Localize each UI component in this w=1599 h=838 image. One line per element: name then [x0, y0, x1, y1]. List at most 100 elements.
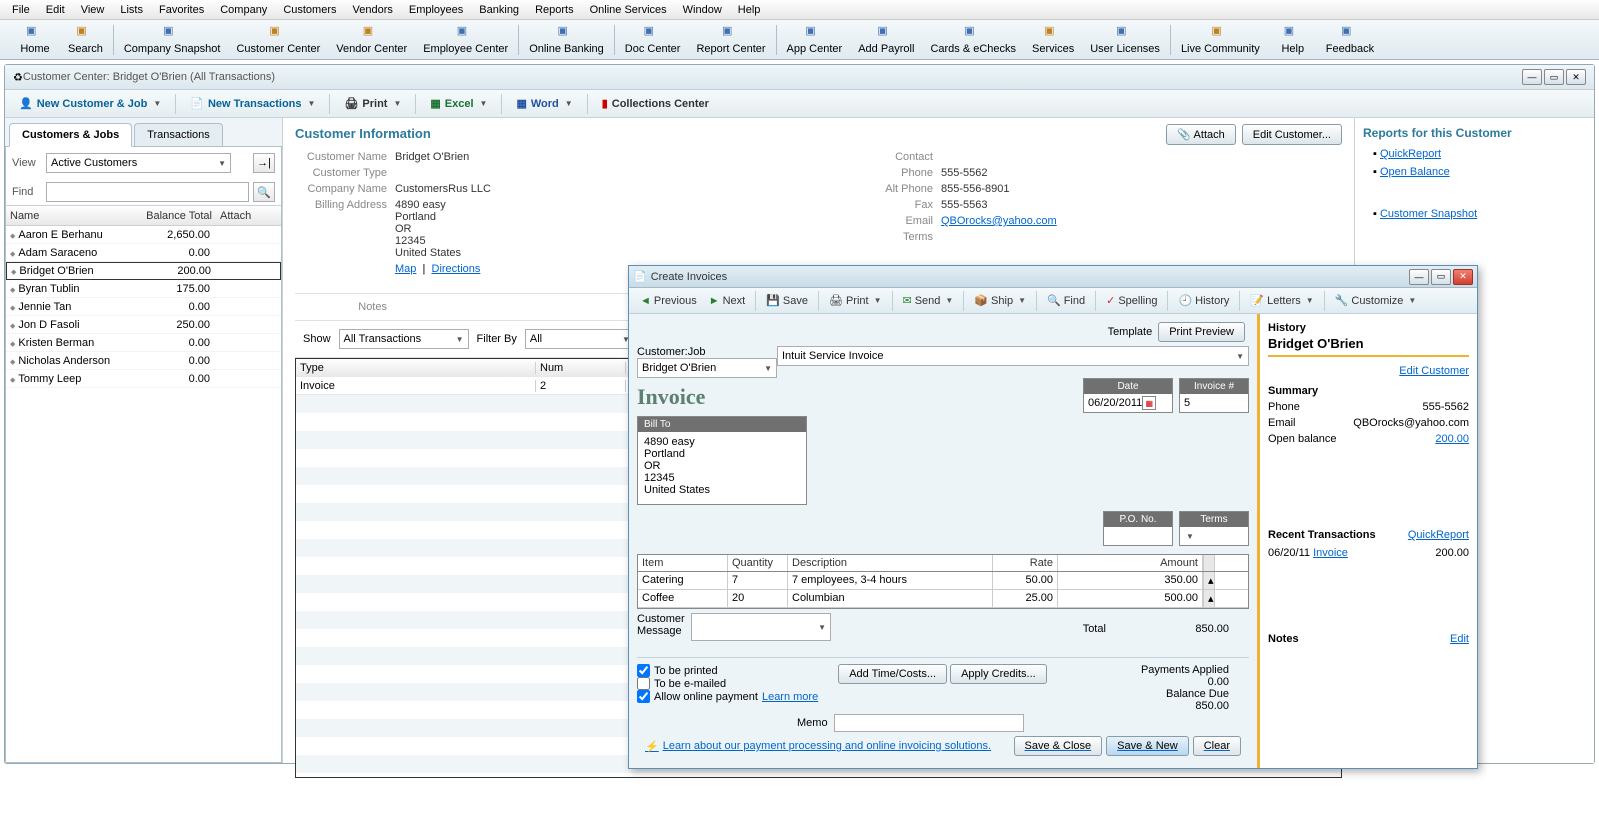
toolbar-online-banking[interactable]: ▣Online Banking [521, 21, 612, 59]
show-select[interactable]: All Transactions▼ [339, 329, 469, 349]
letters-button[interactable]: 📝Letters▼ [1245, 291, 1318, 310]
toolbar-vendor-center[interactable]: ▣Vendor Center [328, 21, 415, 59]
allow-online-checkbox[interactable]: Allow online payment Learn more [637, 690, 818, 703]
directions-link[interactable]: Directions [432, 263, 481, 275]
customer-row[interactable]: ◆Bridget O'Brien200.00 [6, 262, 281, 280]
invoice-number-input[interactable]: 5 [1180, 394, 1248, 412]
col-name[interactable]: Name [6, 210, 126, 222]
print-button[interactable]: 🖨Print▼ [338, 94, 407, 113]
invoice-line[interactable]: Coffee20Columbian25.00500.00▴ [638, 590, 1248, 608]
toolbar-employee-center[interactable]: ▣Employee Center [415, 21, 516, 59]
menu-help[interactable]: Help [730, 2, 769, 18]
new-customer-button[interactable]: 👤New Customer & Job▼ [13, 94, 167, 113]
print-preview-button[interactable]: Print Preview [1158, 322, 1245, 342]
maximize-button[interactable]: ▭ [1544, 69, 1564, 85]
modal-close-button[interactable]: ✕ [1453, 269, 1473, 285]
menu-edit[interactable]: Edit [38, 2, 73, 18]
learn-link[interactable]: Learn about our payment processing and o… [663, 740, 991, 752]
customer-row[interactable]: ◆Jon D Fasoli250.00 [6, 316, 281, 334]
close-button[interactable]: ✕ [1566, 69, 1586, 85]
collapse-button[interactable]: →| [253, 153, 275, 173]
print-menu-button[interactable]: 🖨Print▼ [824, 291, 887, 310]
minimize-button[interactable]: — [1522, 69, 1542, 85]
toolbar-doc-center[interactable]: ▣Doc Center [617, 21, 689, 59]
find-button[interactable]: 🔍Find [1042, 291, 1090, 310]
invoice-line[interactable]: Catering77 employees, 3-4 hours50.00350.… [638, 572, 1248, 590]
attach-button[interactable]: 📎 Attach [1166, 124, 1235, 145]
add-time-costs-button[interactable]: Add Time/Costs... [838, 664, 947, 684]
clear-button[interactable]: Clear [1193, 736, 1241, 756]
terms-select[interactable]: ▼ [1180, 527, 1248, 545]
apply-credits-button[interactable]: Apply Credits... [950, 664, 1047, 684]
view-select[interactable]: Active Customers▼ [46, 153, 231, 173]
modal-minimize-button[interactable]: — [1409, 269, 1429, 285]
po-input[interactable] [1104, 527, 1172, 545]
excel-button[interactable]: ▦Excel▼ [424, 94, 493, 113]
col-attach[interactable]: Attach [216, 210, 266, 222]
toolbar-home[interactable]: ▣Home [10, 21, 60, 59]
customer-row[interactable]: ◆Kristen Berman0.00 [6, 334, 281, 352]
menubar[interactable]: FileEditViewListsFavoritesCompanyCustome… [0, 0, 1599, 20]
customer-job-select[interactable]: Bridget O'Brien▼ [637, 358, 777, 378]
menu-banking[interactable]: Banking [471, 2, 527, 18]
toolbar-search[interactable]: ▣Search [60, 21, 111, 59]
next-button[interactable]: ►Next [704, 292, 751, 310]
save-button[interactable]: 💾Save [761, 291, 813, 310]
toolbar-help[interactable]: ▣Help [1268, 21, 1318, 59]
tab-transactions[interactable]: Transactions [134, 123, 223, 147]
save-new-button[interactable]: Save & New [1106, 736, 1189, 756]
customer-row[interactable]: ◆Jennie Tan0.00 [6, 298, 281, 316]
send-button[interactable]: ✉Send▼ [898, 291, 959, 310]
menu-reports[interactable]: Reports [527, 2, 582, 18]
report-link-open-balance[interactable]: ▪ Open Balance [1373, 166, 1586, 178]
save-close-button[interactable]: Save & Close [1014, 736, 1103, 756]
map-link[interactable]: Map [395, 263, 416, 275]
toolbar-services[interactable]: ▣Services [1024, 21, 1082, 59]
menu-employees[interactable]: Employees [401, 2, 471, 18]
customer-row[interactable]: ◆Aaron E Berhanu2,650.00 [6, 226, 281, 244]
customer-message-select[interactable]: ▼ [691, 613, 831, 641]
report-link-quickreport[interactable]: ▪ QuickReport [1373, 148, 1586, 160]
toolbar-live-community[interactable]: ▣Live Community [1173, 21, 1268, 59]
report-link-customer-snapshot[interactable]: ▪ Customer Snapshot [1373, 208, 1586, 220]
menu-vendors[interactable]: Vendors [345, 2, 401, 18]
customer-row[interactable]: ◆Byran Tublin175.00 [6, 280, 281, 298]
toolbar-company-snapshot[interactable]: ▣Company Snapshot [116, 21, 229, 59]
side-edit-customer-link[interactable]: Edit Customer [1399, 365, 1469, 377]
ship-button[interactable]: 📦Ship▼ [969, 291, 1031, 310]
menu-favorites[interactable]: Favorites [151, 2, 212, 18]
customer-email[interactable]: QBOrocks@yahoo.com [941, 215, 1057, 227]
previous-button[interactable]: ◄Previous [635, 292, 702, 310]
tab-customers[interactable]: Customers & Jobs [9, 123, 132, 147]
menu-view[interactable]: View [73, 2, 113, 18]
edit-customer-button[interactable]: Edit Customer... [1242, 124, 1342, 145]
date-input[interactable]: 06/20/2011 [1088, 397, 1142, 409]
menu-window[interactable]: Window [675, 2, 730, 18]
template-select[interactable]: Intuit Service Invoice▼ [777, 346, 1249, 366]
customer-row[interactable]: ◆Nicholas Anderson0.00 [6, 352, 281, 370]
menu-customers[interactable]: Customers [275, 2, 344, 18]
calendar-icon[interactable]: ▦ [1142, 396, 1156, 410]
find-button[interactable]: 🔍 [253, 182, 275, 202]
find-input[interactable] [46, 182, 249, 202]
open-balance-link[interactable]: 200.00 [1435, 433, 1469, 445]
filter-select[interactable]: All▼ [525, 329, 635, 349]
menu-company[interactable]: Company [212, 2, 275, 18]
customize-button[interactable]: 🔧Customize▼ [1330, 291, 1422, 310]
toolbar-report-center[interactable]: ▣Report Center [688, 21, 773, 59]
modal-maximize-button[interactable]: ▭ [1431, 269, 1451, 285]
toolbar-user-licenses[interactable]: ▣User Licenses [1082, 21, 1168, 59]
to-be-printed-checkbox[interactable]: To be printed [637, 664, 818, 677]
quickreport-link[interactable]: QuickReport [1408, 529, 1469, 543]
edit-notes-link[interactable]: Edit [1450, 633, 1469, 647]
toolbar-add-payroll[interactable]: ▣Add Payroll [850, 21, 922, 59]
customer-row[interactable]: ◆Tommy Leep0.00 [6, 370, 281, 388]
toolbar-feedback[interactable]: ▣Feedback [1318, 21, 1382, 59]
toolbar-cards-echecks[interactable]: ▣Cards & eChecks [922, 21, 1024, 59]
to-be-emailed-checkbox[interactable]: To be e-mailed [637, 677, 818, 690]
menu-online-services[interactable]: Online Services [582, 2, 675, 18]
spelling-button[interactable]: ✓Spelling [1101, 291, 1162, 310]
menu-lists[interactable]: Lists [112, 2, 151, 18]
collections-button[interactable]: ▮Collections Center [596, 94, 715, 113]
history-button[interactable]: 🕘History [1173, 291, 1234, 310]
